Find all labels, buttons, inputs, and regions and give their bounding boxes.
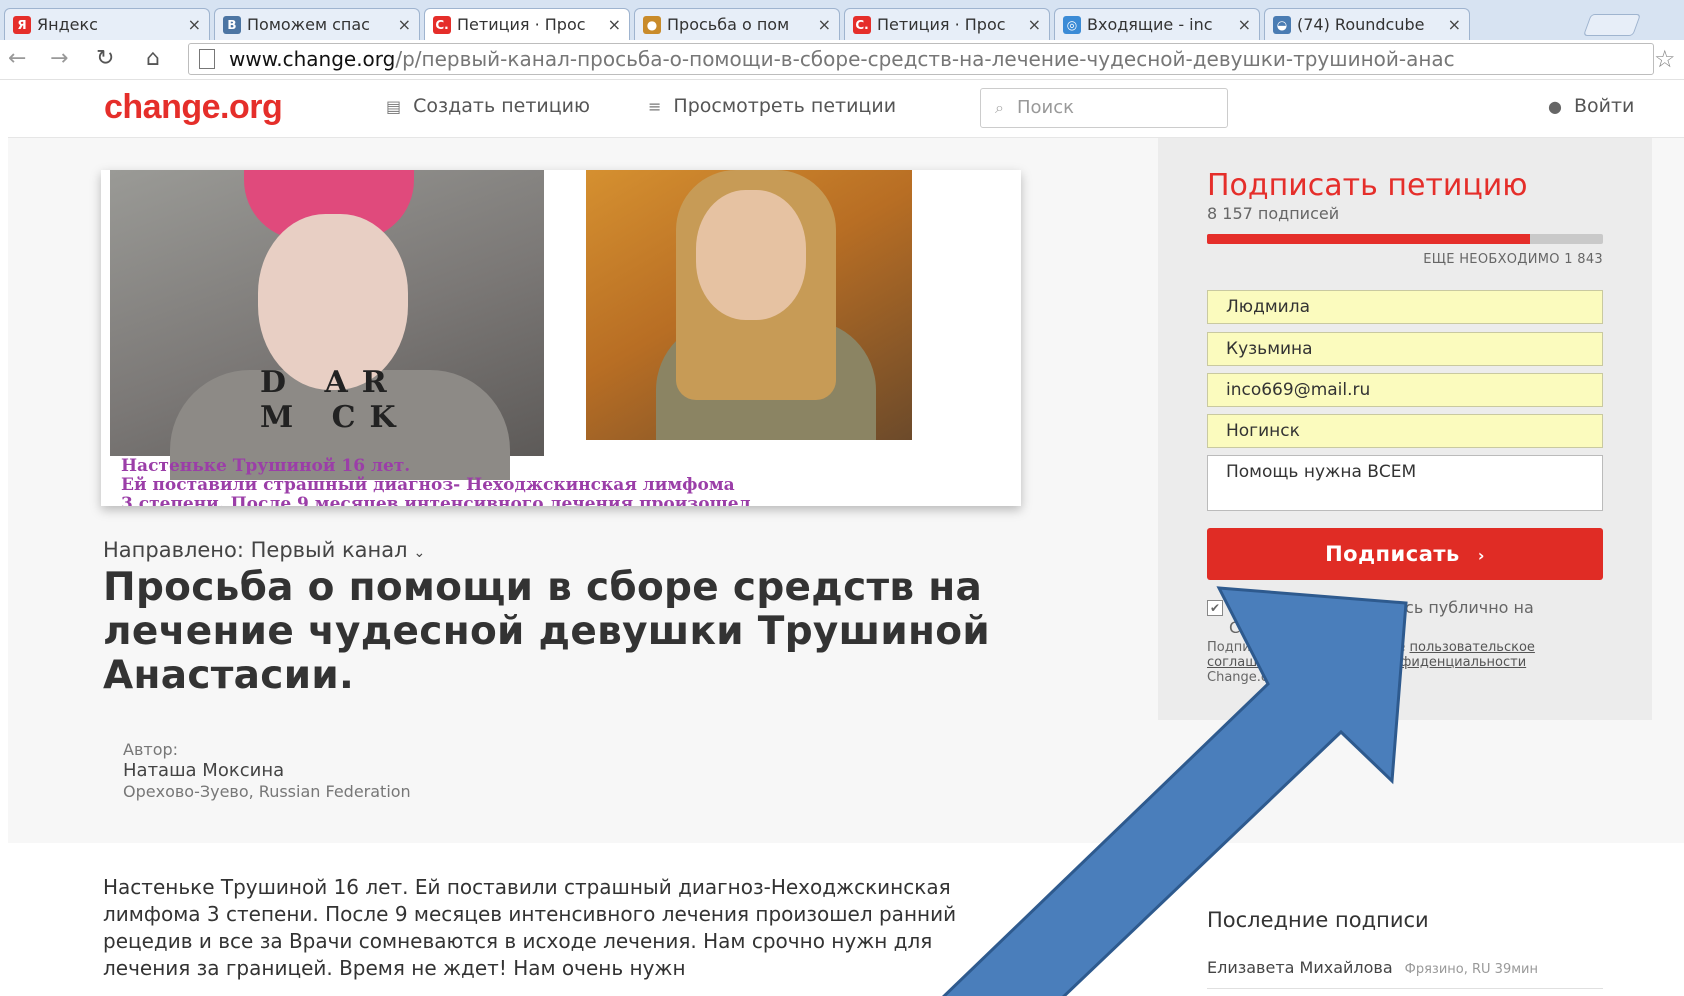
sign-button-label: Подписать <box>1325 542 1460 566</box>
city-field[interactable]: Ногинск <box>1207 414 1603 448</box>
login-link[interactable]: ● Войти <box>1548 95 1634 117</box>
privacy-link[interactable]: политика конфиденциальности <box>1307 655 1526 670</box>
address-bar[interactable]: www.change.org/p/первый-канал-просьба-о-… <box>188 43 1654 75</box>
vk-icon: В <box>223 15 241 34</box>
site-header: change.org ▤ Создать петицию ≡ Просмотре… <box>8 80 1684 138</box>
bowl-icon: ● <box>643 15 661 34</box>
back-arrow-icon[interactable]: ← <box>8 46 26 71</box>
caption-line: Настеньке Трушиной 16 лет. <box>121 456 411 476</box>
petition-image: D AR M CK Настеньке Трушиной 16 лет. Ей п… <box>101 170 1021 506</box>
browser-toolbar: ← → ↻ ⌂ www.change.org/p/первый-канал-пр… <box>0 40 1684 80</box>
url-host: www.change.org <box>229 47 396 71</box>
photo-girl-smiling <box>586 170 912 440</box>
shirt-print: D AR M CK <box>260 365 410 435</box>
signature-progress-bar <box>1207 234 1603 244</box>
signer-meta: Фрязино, RU 39мин <box>1404 962 1538 977</box>
caption-line: 3 степени. После 9 месяцев интенсивного … <box>121 494 751 507</box>
search-input[interactable]: ⌕ Поиск <box>980 88 1228 128</box>
search-placeholder: Поиск <box>1017 97 1075 118</box>
create-petition-link[interactable]: ▤ Создать петицию <box>386 95 590 117</box>
browse-petitions-link[interactable]: ≡ Просмотреть петиции <box>648 95 896 117</box>
tab-title: Просьба о пом <box>667 15 790 34</box>
change-org-icon: C. <box>853 15 871 34</box>
bookmark-star-icon[interactable]: ☆ <box>1654 45 1676 73</box>
close-icon[interactable]: × <box>188 15 201 34</box>
tab-title: Петиция · Прос <box>877 15 1006 34</box>
close-icon[interactable]: × <box>1028 15 1041 34</box>
email-field[interactable]: inco669@mail.ru <box>1207 373 1603 407</box>
first-name-field[interactable]: Людмила <box>1207 290 1603 324</box>
legal-suffix: Change.org. <box>1207 670 1287 685</box>
author-location: Орехово-Зуево, Russian Federation <box>123 782 411 801</box>
public-signature-option[interactable]: ✔ Показать мою подпись публично на Chang… <box>1207 598 1609 638</box>
legal-and: и <box>1294 655 1303 670</box>
site-logo[interactable]: change.org <box>104 88 283 127</box>
user-icon: ● <box>1548 97 1562 116</box>
legal-notice: Подписывая, вы принимаете пользовательск… <box>1207 640 1597 685</box>
url-path: /p/первый-канал-просьба-о-помощи-в-сборе… <box>395 47 1455 71</box>
petition-description: Настеньке Трушиной 16 лет. Ей поставили … <box>103 875 957 980</box>
tab-inbox[interactable]: ◎ Входящие - inc × <box>1054 8 1260 40</box>
reload-icon[interactable]: ↻ <box>96 46 114 71</box>
photo-girl-pink-hat: D AR M CK <box>110 170 544 480</box>
chevron-down-icon: ⌄ <box>413 545 426 561</box>
forward-arrow-icon[interactable]: → <box>50 46 68 71</box>
tab-yandex[interactable]: Я Яндекс × <box>4 8 210 40</box>
caption-line: Ей поставили страшный диагноз- Неходжски… <box>121 475 735 495</box>
close-icon[interactable]: × <box>398 15 411 34</box>
recent-signatures-title: Последние подписи <box>1207 908 1429 932</box>
comment-field[interactable]: Помощь нужна ВСЕМ <box>1207 455 1603 511</box>
signature-count: 8 157 подписей <box>1207 204 1340 223</box>
tab-request[interactable]: ● Просьба о пом × <box>634 8 840 40</box>
list-icon: ≡ <box>648 96 662 116</box>
sign-button[interactable]: Подписать › <box>1207 528 1603 580</box>
tab-vk[interactable]: В Поможем спас × <box>214 8 420 40</box>
close-icon[interactable]: × <box>1238 15 1251 34</box>
signer-name: Елизавета Михайлова <box>1207 958 1393 977</box>
yandex-icon: Я <box>13 15 31 34</box>
image-caption: Настеньке Трушиной 16 лет. Ей поставили … <box>121 456 751 507</box>
mail-icon: ◎ <box>1063 15 1081 34</box>
tab-title: (74) Roundcube <box>1297 15 1425 34</box>
page-icon <box>199 49 215 69</box>
create-petition-label: Создать петицию <box>413 95 591 117</box>
tab-petition-2[interactable]: C. Петиция · Прос × <box>844 8 1050 40</box>
author-label: Автор: <box>123 740 179 759</box>
tab-title: Яндекс <box>37 15 98 34</box>
close-icon[interactable]: × <box>608 15 621 34</box>
progress-fill <box>1207 234 1531 244</box>
tab-title: Входящие - inc <box>1087 15 1213 34</box>
sign-title: Подписать петицию <box>1207 168 1528 203</box>
tab-petition-active[interactable]: C. Петиция · Прос × <box>424 8 630 40</box>
divider <box>1207 988 1603 989</box>
legal-prefix: Подписывая, вы принимаете <box>1207 640 1406 655</box>
tab-title: Петиция · Прос <box>457 15 586 34</box>
tab-roundcube[interactable]: ◒ (74) Roundcube × <box>1264 8 1470 40</box>
search-icon: ⌕ <box>995 98 1004 117</box>
recent-signature-row: Елизавета Михайлова Фрязино, RU 39мин <box>1207 958 1538 977</box>
public-checkbox[interactable]: ✔ <box>1207 600 1223 616</box>
roundcube-icon: ◒ <box>1273 15 1291 34</box>
chevron-right-icon: › <box>1477 546 1485 565</box>
author-name[interactable]: Наташа Моксина <box>123 760 284 781</box>
close-icon[interactable]: × <box>818 15 831 34</box>
petition-title: Просьба о помощи в сборе средств на лече… <box>103 565 990 698</box>
tab-title: Поможем спас <box>247 15 370 34</box>
home-icon[interactable]: ⌂ <box>146 46 160 71</box>
login-label: Войти <box>1573 95 1635 117</box>
signatures-needed: ЕЩЕ НЕОБХОДИМО 1 843 <box>1423 252 1603 267</box>
document-icon: ▤ <box>386 96 402 116</box>
last-name-field[interactable]: Кузьмина <box>1207 332 1603 366</box>
directed-to-label: Направлено: Первый канал <box>103 538 408 562</box>
directed-to[interactable]: Направлено: Первый канал ⌄ <box>103 538 425 562</box>
close-icon[interactable]: × <box>1448 15 1461 34</box>
change-org-icon: C. <box>433 15 451 34</box>
browser-tab-bar: Я Яндекс × В Поможем спас × C. Петиция ·… <box>0 0 1684 40</box>
browse-petitions-label: Просмотреть петиции <box>673 95 897 117</box>
public-signature-label: Показать мою подпись публично на Change.… <box>1229 598 1534 637</box>
new-tab-button[interactable] <box>1582 14 1642 36</box>
